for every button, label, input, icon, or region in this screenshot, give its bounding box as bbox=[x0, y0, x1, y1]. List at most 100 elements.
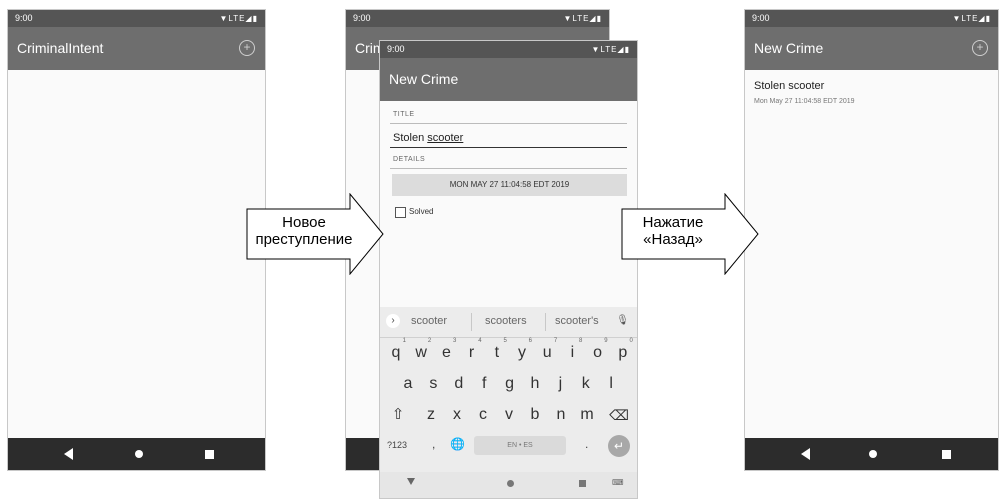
crime-title-text: Stolen bbox=[393, 132, 428, 144]
key[interactable]: u7 bbox=[535, 338, 559, 368]
key-letter: w bbox=[415, 344, 427, 361]
globe-icon[interactable]: 🌐 bbox=[450, 437, 465, 451]
key-number-hint: 3 bbox=[453, 338, 457, 344]
suggestion-item[interactable]: scooter's bbox=[555, 315, 599, 327]
key-number-hint: 0 bbox=[629, 338, 633, 344]
keyboard-row-2: asdfghjkl bbox=[380, 369, 637, 399]
key[interactable]: z bbox=[419, 400, 443, 430]
key[interactable]: w2 bbox=[409, 338, 433, 368]
key[interactable]: s bbox=[421, 369, 445, 399]
key[interactable]: x bbox=[445, 400, 469, 430]
key[interactable]: i8 bbox=[560, 338, 584, 368]
recents-icon[interactable] bbox=[942, 450, 951, 459]
symbols-key[interactable]: ?123 bbox=[387, 440, 407, 450]
key-number-hint: 7 bbox=[553, 338, 558, 344]
divider bbox=[390, 168, 627, 169]
crime-date-button[interactable]: MON MAY 27 11:04:58 EDT 2019 bbox=[392, 174, 627, 196]
key-number-hint: 4 bbox=[478, 338, 482, 344]
key[interactable]: y6 bbox=[510, 338, 534, 368]
key-letter: r bbox=[468, 344, 475, 361]
transition-label-1-line-2: преступление bbox=[255, 231, 353, 248]
toolbar-title: CriminalIntent bbox=[17, 40, 104, 56]
key-letter: y bbox=[518, 344, 526, 361]
suggestion-item[interactable]: scooters bbox=[485, 315, 527, 327]
key[interactable]: q1 bbox=[384, 338, 408, 368]
period-key[interactable]: . bbox=[585, 437, 588, 451]
transition-label-2: Нажатие «Назад» bbox=[623, 214, 723, 248]
key-number-hint: 2 bbox=[427, 338, 432, 344]
status-icons: ▼LTE◢▮ bbox=[591, 45, 630, 54]
add-crime-icon[interactable]: + bbox=[239, 40, 255, 56]
crime-title-field[interactable]: Stolen scooter bbox=[393, 132, 629, 144]
key[interactable]: m bbox=[575, 400, 599, 430]
back-icon[interactable] bbox=[64, 448, 73, 460]
key[interactable]: o9 bbox=[586, 338, 610, 368]
status-bar: 9:00 ▼LTE◢▮ bbox=[745, 10, 998, 27]
recents-icon[interactable] bbox=[205, 450, 214, 459]
shift-key-icon[interactable]: ⇧ bbox=[386, 400, 410, 430]
suggestion-strip: › scooter scooters scooter's 🎙 bbox=[380, 307, 637, 338]
microphone-icon[interactable]: 🎙 bbox=[616, 315, 629, 326]
status-time: 9:00 bbox=[387, 44, 405, 54]
status-time: 9:00 bbox=[752, 13, 770, 23]
phone-screen-new-crime: 9:00 ▼LTE◢▮ New Crime TITLE Stolen scoot… bbox=[379, 40, 638, 499]
add-crime-icon[interactable]: + bbox=[972, 40, 988, 56]
home-icon[interactable] bbox=[507, 480, 514, 487]
status-time: 9:00 bbox=[353, 13, 371, 23]
suggestion-item[interactable]: scooter bbox=[411, 315, 447, 327]
chevron-right-icon[interactable]: › bbox=[386, 314, 400, 328]
suggestion-divider bbox=[545, 313, 546, 331]
home-icon[interactable] bbox=[869, 450, 877, 458]
key[interactable]: g bbox=[498, 369, 522, 399]
backspace-key-icon[interactable]: ⌫ bbox=[607, 400, 631, 430]
recents-icon[interactable] bbox=[579, 480, 586, 487]
home-icon[interactable] bbox=[135, 450, 143, 458]
transition-label-1-line-1: Новое bbox=[282, 214, 326, 231]
back-icon[interactable] bbox=[407, 478, 415, 485]
enter-key-icon[interactable]: ↵ bbox=[608, 435, 630, 457]
status-icons: ▼LTE◢▮ bbox=[952, 14, 991, 23]
status-bar: 9:00 ▼LTE◢▮ bbox=[346, 10, 609, 27]
key[interactable]: k bbox=[574, 369, 598, 399]
divider bbox=[390, 123, 627, 124]
status-time: 9:00 bbox=[15, 13, 33, 23]
key-letter: p bbox=[618, 344, 628, 361]
key[interactable]: t5 bbox=[485, 338, 509, 368]
phone-screen-crime-list-empty: 9:00 ▼LTE◢▮ CriminalIntent + bbox=[7, 9, 266, 471]
toolbar-title: New Crime bbox=[754, 40, 824, 56]
suggestion-divider bbox=[471, 313, 472, 331]
key-number-hint: 8 bbox=[579, 338, 583, 344]
crime-list-item[interactable]: Stolen scooter Mon May 27 11:04:58 EDT 2… bbox=[745, 70, 998, 116]
status-bar: 9:00 ▼LTE◢▮ bbox=[8, 10, 265, 27]
on-screen-keyboard: › scooter scooters scooter's 🎙 q1w2e3r4t… bbox=[380, 307, 637, 498]
key[interactable]: n bbox=[549, 400, 573, 430]
comma-key[interactable]: , bbox=[432, 437, 435, 451]
key[interactable]: e3 bbox=[434, 338, 458, 368]
keyboard-switch-icon[interactable]: ⌨ bbox=[612, 478, 624, 487]
key-letter: u bbox=[542, 344, 552, 361]
key[interactable]: f bbox=[472, 369, 496, 399]
key[interactable]: b bbox=[523, 400, 547, 430]
key[interactable]: r4 bbox=[460, 338, 484, 368]
back-icon[interactable] bbox=[801, 448, 810, 460]
title-section-label: TITLE bbox=[393, 111, 415, 118]
solved-checkbox[interactable] bbox=[395, 207, 406, 218]
status-icons: ▼LTE◢▮ bbox=[563, 14, 602, 23]
key[interactable]: j bbox=[548, 369, 572, 399]
space-bar-label: EN • ES bbox=[507, 442, 533, 449]
key[interactable]: v bbox=[497, 400, 521, 430]
key-letter: e bbox=[441, 344, 451, 361]
key[interactable]: h bbox=[523, 369, 547, 399]
toolbar-title: New Crime bbox=[389, 71, 459, 87]
key[interactable]: l bbox=[599, 369, 623, 399]
space-bar[interactable]: EN • ES bbox=[474, 436, 566, 455]
app-toolbar: New Crime bbox=[380, 58, 637, 101]
key-letter: q bbox=[391, 344, 401, 361]
key[interactable]: c bbox=[471, 400, 495, 430]
key[interactable]: p0 bbox=[611, 338, 635, 368]
key-number-hint: 6 bbox=[528, 338, 532, 344]
transition-label-1: Новое преступление bbox=[248, 214, 360, 248]
key[interactable]: d bbox=[447, 369, 471, 399]
details-section-label: DETAILS bbox=[393, 156, 426, 163]
key[interactable]: a bbox=[396, 369, 420, 399]
